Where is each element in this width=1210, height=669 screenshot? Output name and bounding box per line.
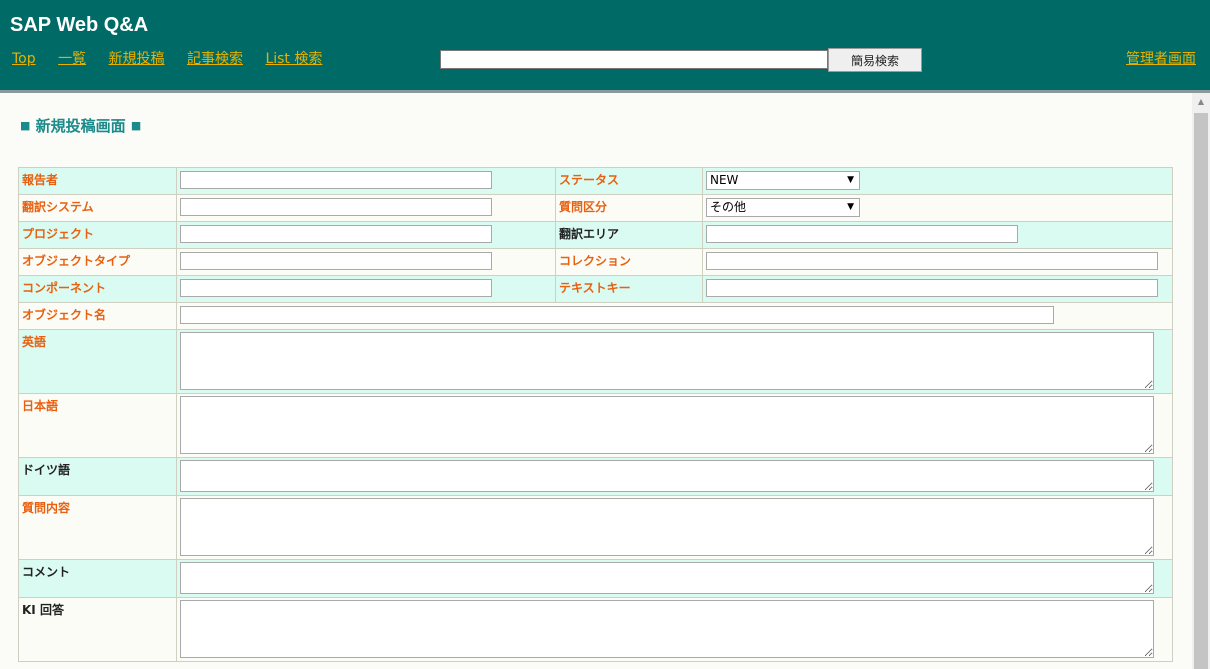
project-input[interactable] bbox=[180, 225, 492, 243]
project-label: プロジェクト bbox=[18, 221, 177, 249]
nav-top-link[interactable]: Top bbox=[12, 51, 36, 67]
question-type-select[interactable]: その他 ▼ bbox=[706, 198, 860, 217]
object-name-input[interactable] bbox=[180, 306, 1054, 324]
english-label: 英語 bbox=[18, 329, 177, 394]
ki-answer-textarea[interactable] bbox=[180, 600, 1154, 658]
quick-search-button[interactable]: 簡易検索 bbox=[828, 48, 922, 72]
scroll-thumb[interactable] bbox=[1194, 113, 1208, 669]
form-row: オブジェクトタイプ コレクション bbox=[18, 248, 1173, 276]
admin-screen-link[interactable]: 管理者画面 bbox=[1126, 48, 1196, 68]
german-textarea[interactable] bbox=[180, 460, 1154, 492]
square-icon: ■ bbox=[20, 119, 31, 132]
form-row: 日本語 bbox=[18, 393, 1173, 458]
object-type-input[interactable] bbox=[180, 252, 492, 270]
translation-system-input[interactable] bbox=[180, 198, 492, 216]
reporter-label: 報告者 bbox=[18, 167, 177, 195]
scroll-up-icon[interactable]: ▲ bbox=[1192, 97, 1210, 106]
form-row: 翻訳システム 質問区分 その他 ▼ bbox=[18, 194, 1173, 222]
app-title: SAP Web Q&A bbox=[10, 14, 149, 36]
form-row: プロジェクト 翻訳エリア bbox=[18, 221, 1173, 249]
nav-list-search-link[interactable]: List 検索 bbox=[265, 51, 322, 67]
ki-answer-label: KI 回答 bbox=[18, 597, 177, 662]
nav-new-post-link[interactable]: 新規投稿 bbox=[109, 51, 165, 67]
question-content-textarea[interactable] bbox=[180, 498, 1154, 556]
form-row: オブジェクト名 bbox=[18, 302, 1173, 330]
form-row: KI 回答 bbox=[18, 597, 1173, 662]
form-row: 英語 bbox=[18, 329, 1173, 394]
question-type-label: 質問区分 bbox=[555, 194, 703, 222]
status-value: NEW bbox=[710, 173, 739, 187]
nav-article-search-link[interactable]: 記事検索 bbox=[187, 51, 243, 67]
reporter-input[interactable] bbox=[180, 171, 492, 189]
japanese-textarea[interactable] bbox=[180, 396, 1154, 454]
form-row: 報告者 ステータス NEW ▼ bbox=[18, 167, 1173, 195]
comment-textarea[interactable] bbox=[180, 562, 1154, 594]
text-key-label: テキストキー bbox=[555, 275, 703, 303]
form-row: 質問内容 bbox=[18, 495, 1173, 560]
collection-input[interactable] bbox=[706, 252, 1158, 270]
form-row: コメント bbox=[18, 559, 1173, 598]
translation-area-label: 翻訳エリア bbox=[555, 221, 703, 249]
page-title-text: 新規投稿画面 bbox=[35, 117, 126, 135]
english-textarea[interactable] bbox=[180, 332, 1154, 390]
translation-system-label: 翻訳システム bbox=[18, 194, 177, 222]
nav-list-link[interactable]: 一覧 bbox=[58, 51, 86, 67]
vertical-scrollbar[interactable]: ▲ bbox=[1192, 93, 1210, 669]
square-icon: ■ bbox=[130, 119, 142, 132]
form-row: コンポーネント テキストキー bbox=[18, 275, 1173, 303]
component-label: コンポーネント bbox=[18, 275, 177, 303]
top-nav: Top 一覧 新規投稿 記事検索 List 検索 bbox=[12, 48, 340, 68]
object-name-label: オブジェクト名 bbox=[18, 302, 177, 330]
dropdown-arrow-icon: ▼ bbox=[847, 175, 854, 185]
translation-area-input[interactable] bbox=[706, 225, 1018, 243]
german-label: ドイツ語 bbox=[18, 457, 177, 496]
main-content: ■ 新規投稿画面 ■ 報告者 ステータス NEW ▼ 翻訳システム 質問区分 そ… bbox=[0, 93, 1192, 669]
form-row: ドイツ語 bbox=[18, 457, 1173, 496]
dropdown-arrow-icon: ▼ bbox=[847, 202, 854, 212]
component-input[interactable] bbox=[180, 279, 492, 297]
status-label: ステータス bbox=[555, 167, 703, 195]
new-post-form: 報告者 ステータス NEW ▼ 翻訳システム 質問区分 その他 ▼ プロジェクト… bbox=[18, 167, 1173, 662]
text-key-input[interactable] bbox=[706, 279, 1158, 297]
question-content-label: 質問内容 bbox=[18, 495, 177, 560]
collection-label: コレクション bbox=[555, 248, 703, 276]
question-type-value: その他 bbox=[710, 200, 747, 214]
page-title: ■ 新規投稿画面 ■ bbox=[20, 115, 141, 136]
status-select[interactable]: NEW ▼ bbox=[706, 171, 860, 190]
japanese-label: 日本語 bbox=[18, 393, 177, 458]
app-header: SAP Web Q&A Top 一覧 新規投稿 記事検索 List 検索 簡易検… bbox=[0, 0, 1210, 93]
quick-search-input[interactable] bbox=[440, 50, 828, 69]
comment-label: コメント bbox=[18, 559, 177, 598]
object-type-label: オブジェクトタイプ bbox=[18, 248, 177, 276]
